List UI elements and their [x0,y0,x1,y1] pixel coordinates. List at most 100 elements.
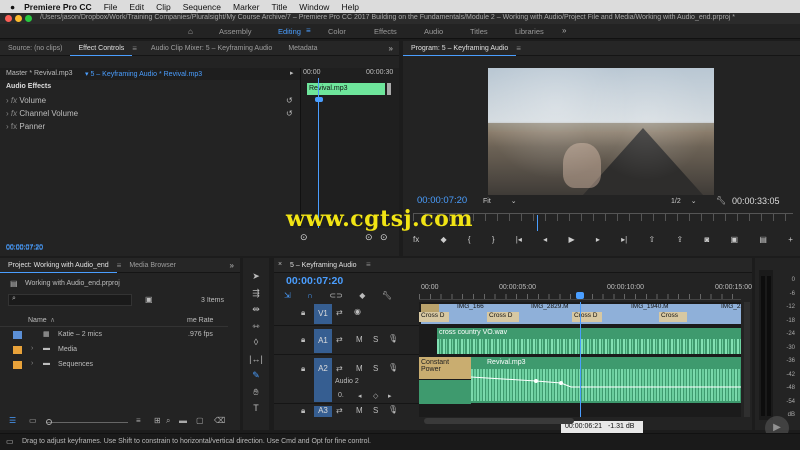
reset-icon[interactable]: ↺ [286,96,293,105]
tab-metadata[interactable]: Metadata [280,45,325,52]
apple-icon[interactable]: ● [10,2,15,12]
tab-media-browser[interactable]: Media Browser [121,262,184,269]
home-icon[interactable]: ⌂ [188,27,193,36]
project-row-sequences[interactable]: › ▬ Sequences [0,358,228,373]
effect-row-channel-volume[interactable]: › fx Channel Volume ↺ [6,109,298,121]
sync-lock-icon[interactable]: ⇄ [336,335,343,344]
go-to-out-icon[interactable]: ▸| [621,235,627,249]
workspace-assembly[interactable]: Assembly [219,27,252,36]
new-item-icon[interactable]: ▢ [196,416,204,425]
workspace-audio[interactable]: Audio [424,27,443,36]
zoom-slider-thumb[interactable] [46,419,52,425]
zoom-slider[interactable] [46,422,128,423]
add-button-icon[interactable]: + [788,235,793,249]
trash-icon[interactable]: ⌫ [214,416,225,425]
snap-icon[interactable]: ∩ [307,291,313,300]
program-video-frame[interactable] [488,68,714,195]
v1-clip-label[interactable]: IMG_166 [455,303,484,313]
sync-lock-icon[interactable]: ⇄ [336,406,343,415]
track-name-a2[interactable]: Audio 2 [335,378,359,385]
master-clip-label[interactable]: Master * Revival.mp3 [6,70,73,77]
go-to-in-icon[interactable]: |◂ [516,235,522,249]
disclosure-triangle-icon[interactable]: › [31,345,33,352]
resolution-select[interactable]: 1/2 ⌄ [671,197,697,205]
mark-in-icon[interactable]: { [468,235,471,249]
timeline-tracks[interactable]: IMG_166 IMG_2829.M IMG_1940.M IMG_2221 C… [419,302,741,417]
timeline-playhead-handle[interactable] [576,292,584,299]
comparison-view-icon[interactable]: ▣ [731,235,739,249]
panel-menu-icon[interactable]: ≡ [132,44,137,53]
volume-line[interactable] [471,376,741,388]
mute-button[interactable]: M [356,335,363,344]
type-tool-icon[interactable]: T [247,400,265,417]
menu-title[interactable]: Title [271,2,287,12]
solo-button[interactable]: S [373,364,378,373]
v1-clip-label[interactable]: IMG_2829.M [529,303,569,313]
more-panels-icon[interactable]: » [230,261,234,270]
workspace-menu-icon[interactable]: ≡ [306,26,311,35]
play-only-audio-icon[interactable]: ▸ [290,69,294,77]
a2-clip[interactable]: Revival.mp3 [471,357,741,403]
transition-cross-dissolve[interactable]: Cross D [572,312,602,322]
workspace-titles[interactable]: Titles [470,27,488,36]
workspace-editing[interactable]: Editing [278,27,301,36]
tab-source[interactable]: Source: (no clips) [0,45,70,52]
program-playhead[interactable] [537,215,538,231]
slip-tool-icon[interactable]: |↔| [247,351,265,368]
step-back-icon[interactable]: ◂ [543,235,547,249]
fit-select[interactable]: Fit ⌄ [483,197,517,205]
keyframe-point[interactable] [559,381,563,385]
menu-file[interactable]: File [104,2,118,12]
workspace-color[interactable]: Color [328,27,346,36]
tab-sequence[interactable]: 5 – Keyframing Audio [290,262,357,269]
microphone-icon[interactable]: 🎙︎ [388,405,398,414]
new-search-bin-icon[interactable]: ▣ [145,295,153,304]
add-keyframe-icon[interactable]: ◇ [373,392,378,400]
fx-icon[interactable]: fx [413,235,419,249]
track-target-a2[interactable]: A2 [314,358,332,402]
timeline-horizontal-scrollbar[interactable] [424,418,574,424]
linked-selection-icon[interactable]: ⊂⊃ [329,291,342,300]
microphone-icon[interactable]: 🎙︎ [388,363,398,372]
program-timecode[interactable]: 00:00:07:20 [417,195,467,206]
label-color-swatch[interactable] [13,331,22,339]
mute-button[interactable]: M [356,364,363,373]
prev-keyframe-icon[interactable]: ◂ [358,392,362,400]
sort-icons-icon[interactable]: ≡ [136,416,141,425]
rate-stretch-tool-icon[interactable]: ⇿ [247,318,265,335]
menu-marker[interactable]: Marker [233,2,259,12]
solo-button[interactable]: S [373,335,378,344]
close-window-button[interactable] [5,15,12,22]
lock-icon[interactable]: 🔒︎ [301,335,305,345]
mark-out-icon[interactable]: } [492,235,495,249]
find-icon[interactable]: ⌕ [166,416,170,426]
timeline-vertical-scrollbar[interactable] [744,302,750,417]
panel-menu-icon[interactable]: ≡ [516,44,521,53]
sort-ascending-icon[interactable]: ∧ [50,316,55,324]
hand-tool-icon[interactable]: ✋︎ [247,384,265,401]
ec-playhead-handle[interactable] [315,97,323,102]
transition-cross-dissolve[interactable]: Cross [659,312,687,322]
menu-sequence[interactable]: Sequence [183,2,221,12]
project-search-input[interactable]: ⌕ [8,294,132,306]
step-forward-icon[interactable]: ▸ [596,235,600,249]
reset-icon[interactable]: ↺ [286,109,293,118]
timeline-playhead[interactable] [580,302,581,417]
next-keyframe-icon[interactable]: ▸ [388,392,392,400]
a2-volume-rubber-band[interactable] [471,357,741,403]
effect-row-volume[interactable]: › fx Volume ↺ [6,96,298,108]
lock-icon[interactable]: 🔒︎ [301,364,305,374]
more-workspaces-icon[interactable]: » [562,26,566,35]
track-target-a1[interactable]: A1 [314,329,332,353]
nest-toggle-icon[interactable]: ⇲ [284,291,291,300]
v1-clip-label[interactable]: IMG_2221 [719,303,741,313]
panel-menu-icon[interactable]: ≡ [366,260,371,269]
new-bin-icon[interactable]: ▬ [179,416,187,425]
effect-controls-timeline[interactable]: 00:00 00:00:30 Revival.mp3 [300,68,399,228]
tab-program[interactable]: Program: 5 – Keyframing Audio [403,41,517,56]
lock-icon[interactable]: 🔒︎ [301,308,305,318]
razor-tool-icon[interactable]: ◊ [247,334,265,351]
timeline-ruler[interactable]: 00:00 00:00:05:00 00:00:10:00 00:00:15:0… [419,280,752,300]
project-row-media[interactable]: › ▬ Media [0,343,228,358]
mute-button[interactable]: M [356,406,363,415]
